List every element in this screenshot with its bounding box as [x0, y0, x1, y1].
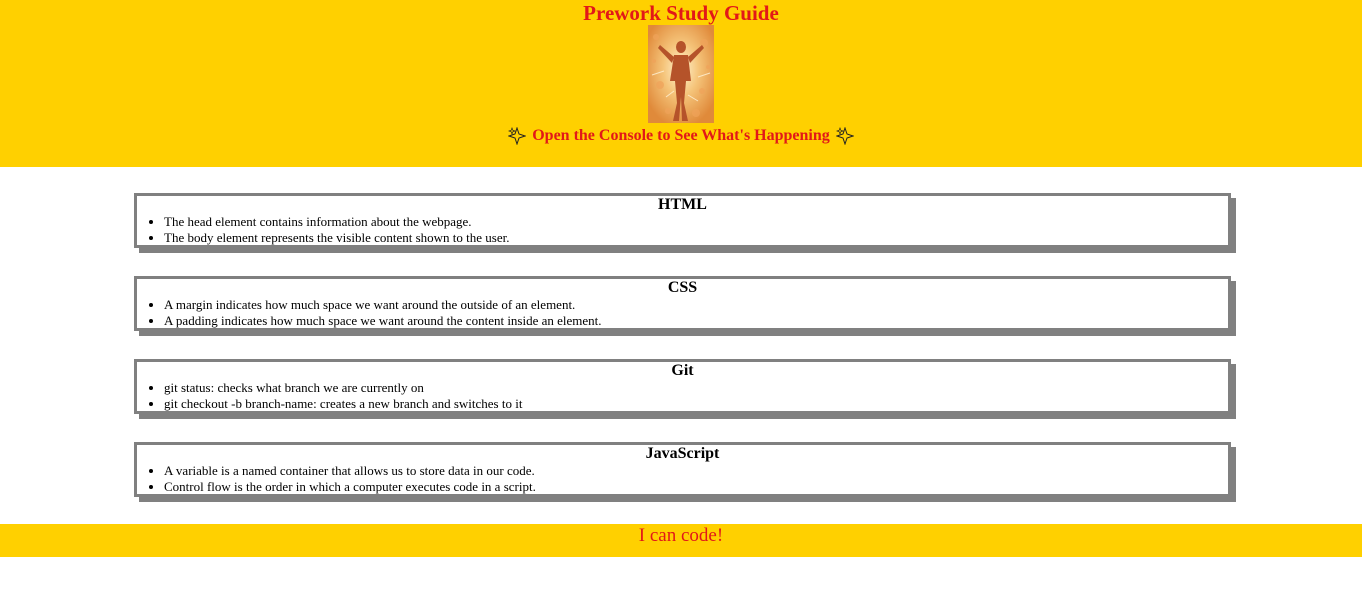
page-footer: I can code! — [0, 524, 1362, 557]
list-item: A margin indicates how much space we wan… — [164, 297, 1228, 313]
section-list: The head element contains information ab… — [137, 214, 1228, 246]
page-header: Prework Study Guide Open the Console to … — [0, 0, 1362, 167]
section-git: Git git status: checks what branch we ar… — [134, 359, 1231, 414]
section-javascript: JavaScript A variable is a named contain… — [134, 442, 1231, 497]
section-title: JavaScript — [645, 445, 720, 462]
console-message: Open the Console to See What's Happening — [0, 127, 1362, 145]
console-text: Open the Console to See What's Happening — [532, 127, 830, 144]
list-item: A variable is a named container that all… — [164, 463, 1228, 479]
list-item: Control flow is the order in which a com… — [164, 479, 1228, 495]
sparkles-icon — [835, 127, 854, 145]
list-item: The head element contains information ab… — [164, 214, 1228, 230]
list-item: git checkout -b branch-name: creates a n… — [164, 396, 1228, 412]
footer-text: I can code! — [638, 525, 724, 546]
section-title: Git — [671, 362, 694, 379]
section-title: HTML — [658, 196, 707, 213]
section-list: A margin indicates how much space we wan… — [137, 297, 1228, 329]
section-css: CSS A margin indicates how much space we… — [134, 276, 1231, 331]
main-content: HTML The head element contains informati… — [0, 167, 1362, 497]
page-title: Prework Study Guide — [583, 1, 779, 25]
section-list: git status: checks what branch we are cu… — [137, 380, 1228, 412]
section-title: CSS — [667, 279, 698, 296]
section-list: A variable is a named container that all… — [137, 463, 1228, 495]
list-item: A padding indicates how much space we wa… — [164, 313, 1228, 329]
sparkles-icon — [508, 127, 527, 145]
list-item: The body element represents the visible … — [164, 230, 1228, 246]
hero-image — [648, 25, 714, 123]
list-item: git status: checks what branch we are cu… — [164, 380, 1228, 396]
section-html: HTML The head element contains informati… — [134, 193, 1231, 248]
